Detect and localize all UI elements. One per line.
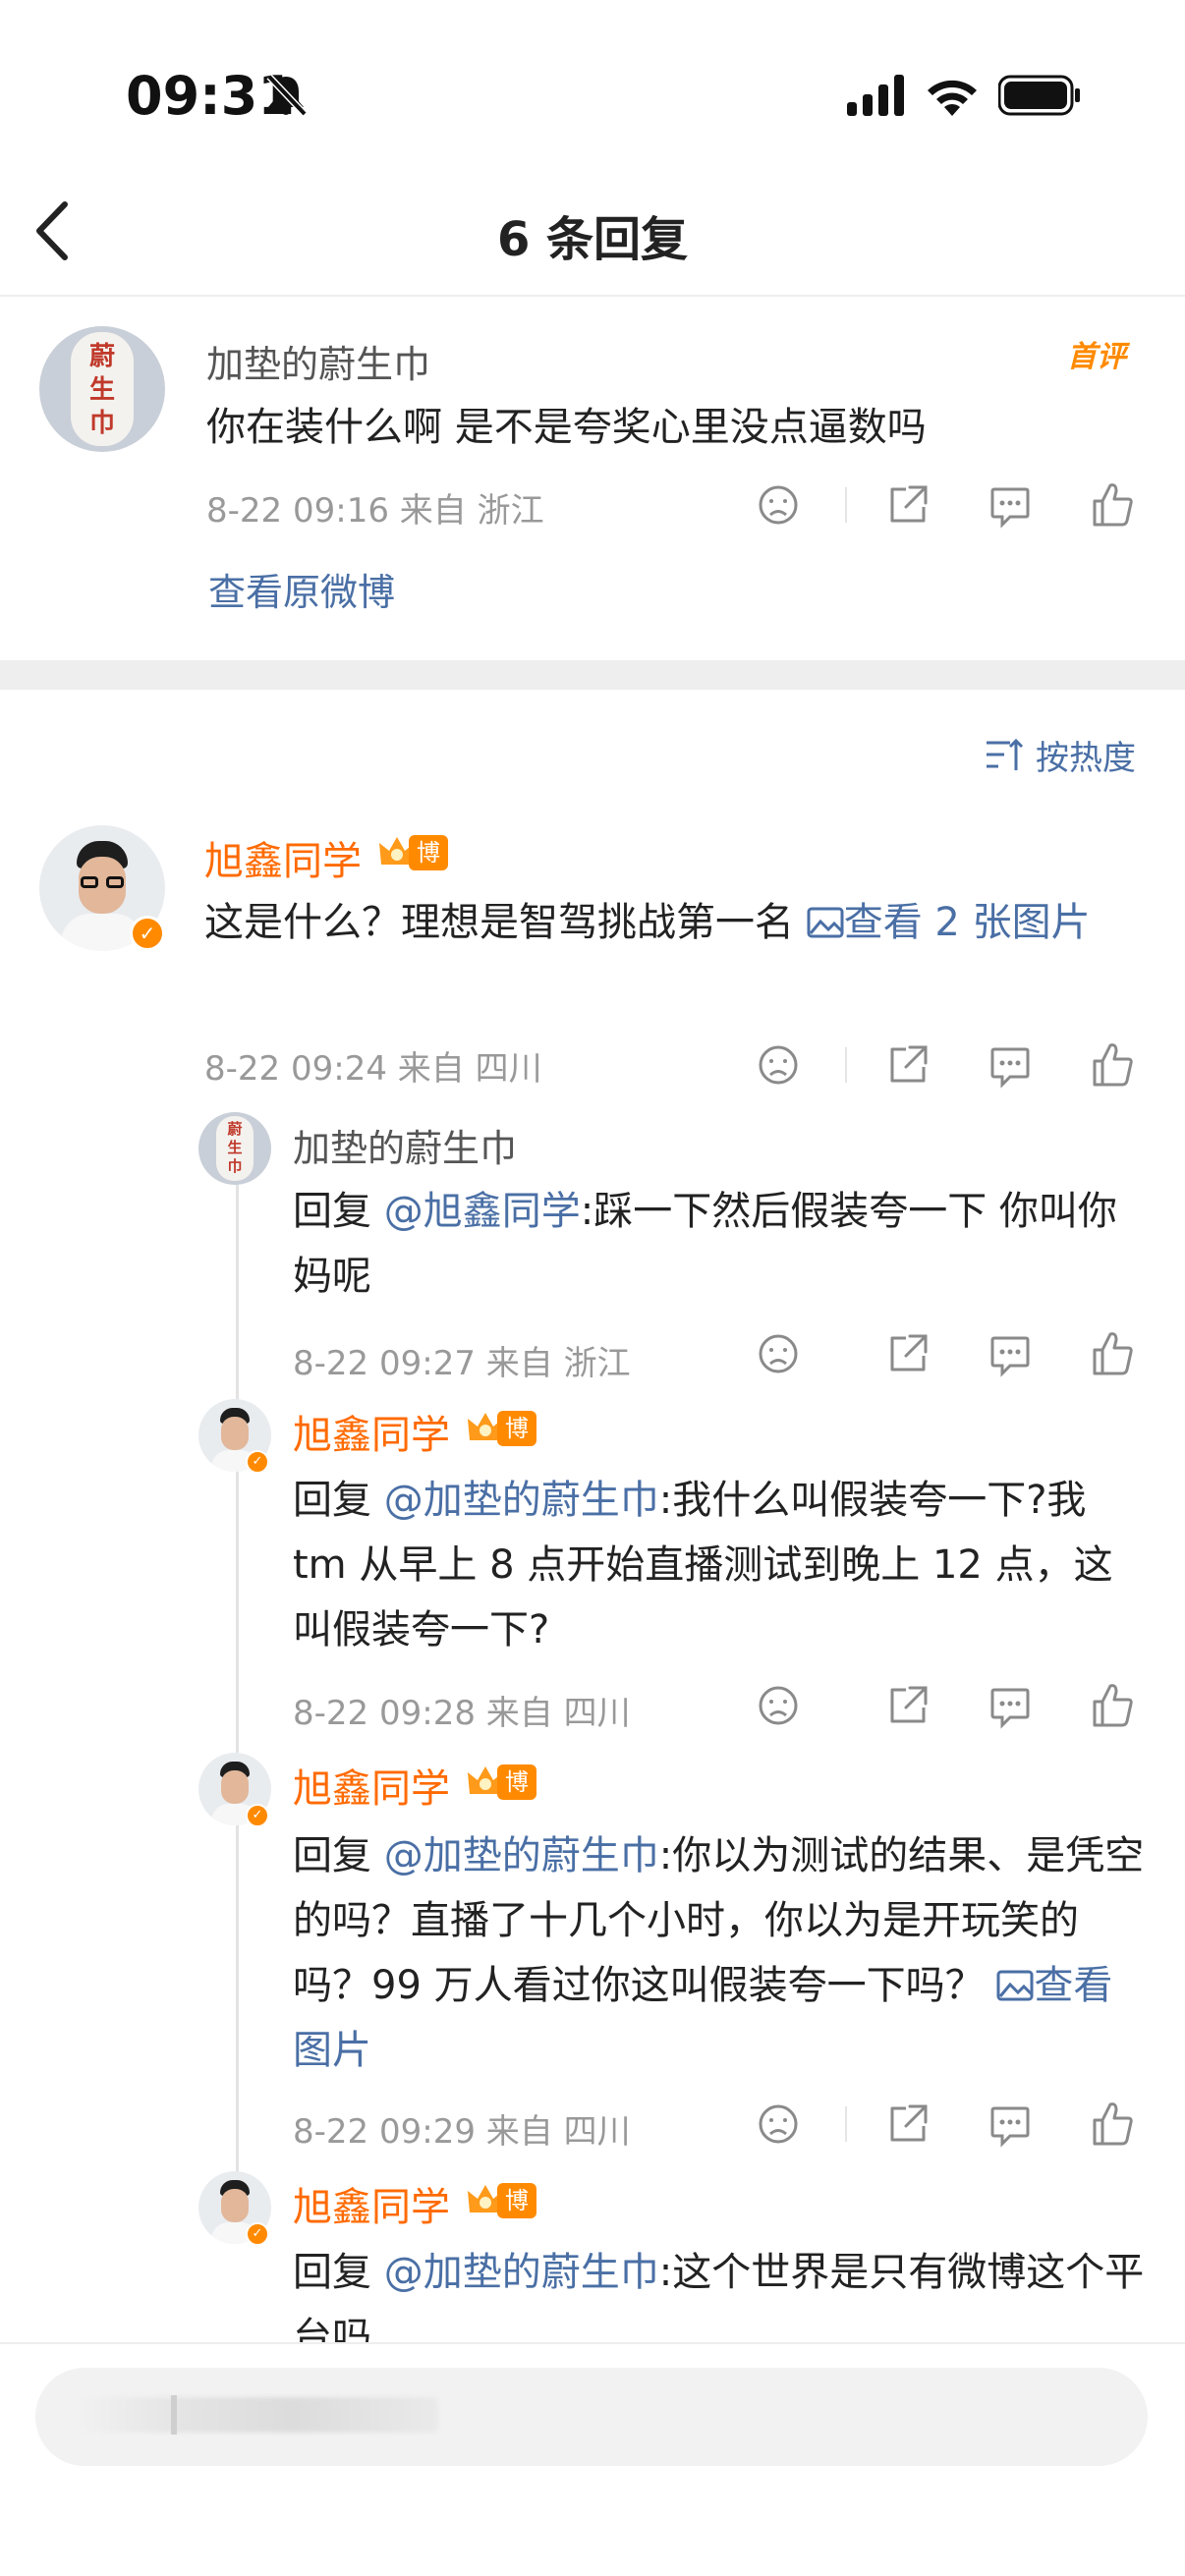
page-title: 6 条回复 — [496, 212, 689, 267]
battery-icon — [998, 75, 1080, 116]
view-original-link[interactable]: 查看原微博 — [208, 562, 395, 616]
username[interactable]: 旭鑫同学 — [293, 1403, 450, 1460]
share-icon[interactable] — [886, 1676, 930, 1735]
comment-meta: 8-22 09:16 来自 浙江 — [206, 491, 544, 531]
reply-prefix: 回复 — [293, 1833, 384, 1878]
comment-meta: 8-22 09:28 来自 四川 — [293, 1694, 631, 1733]
username[interactable]: 旭鑫同学 — [293, 1757, 450, 1814]
username[interactable]: 加垫的蔚生巾 — [293, 1118, 517, 1172]
username[interactable]: 旭鑫同学 — [204, 829, 362, 886]
share-icon[interactable] — [886, 2095, 930, 2154]
comment-text: 这是什么？理想是智驾挑战第一名 查看 2 张图片 — [204, 890, 1148, 955]
avatar-text: 生 — [227, 1139, 243, 1156]
badge-label: 博主 — [497, 2183, 536, 2250]
share-icon[interactable] — [886, 1324, 930, 1383]
bottom-bar — [0, 2344, 1185, 2576]
action-row — [757, 1324, 1150, 1383]
reply-prefix: 回复 — [293, 2250, 384, 2295]
avatar-text: 蔚 — [88, 342, 115, 371]
action-row — [757, 1036, 1150, 1094]
comment-meta: 8-22 09:27 来自 浙江 — [293, 1344, 631, 1383]
like-icon[interactable] — [1091, 1324, 1134, 1383]
view-images-link[interactable]: 查看 2 张图片 — [807, 900, 1091, 945]
badge-label: 博主 — [409, 835, 448, 902]
action-row — [757, 2095, 1150, 2154]
like-icon[interactable] — [1091, 1676, 1134, 1735]
sort-icon — [987, 738, 1024, 770]
status-bar: 09:31 — [0, 0, 1185, 187]
avatar-text: 巾 — [227, 1157, 243, 1175]
view-images-label: 查看 2 张图片 — [843, 900, 1091, 945]
signal-icon — [847, 75, 904, 116]
action-row — [757, 1676, 1150, 1735]
comment-text: 回复 @加垫的蔚生巾:我什么叫假装夸一下?我 tm 从早上 8 点开始直播测试到… — [293, 1468, 1138, 1662]
share-icon[interactable] — [886, 476, 930, 534]
comment-icon[interactable] — [988, 476, 1032, 534]
avatar[interactable]: 蔚 生 巾 — [39, 326, 165, 452]
like-icon[interactable] — [1091, 476, 1134, 534]
dislike-icon[interactable] — [757, 476, 800, 534]
like-icon[interactable] — [1091, 2095, 1134, 2154]
image-icon — [996, 1970, 1034, 2001]
avatar-text: 生 — [88, 375, 115, 405]
dislike-icon[interactable] — [757, 1324, 800, 1383]
mention-link[interactable]: @加垫的蔚生巾 — [384, 2250, 659, 2295]
thread-line — [236, 1149, 239, 2181]
comment-icon[interactable] — [988, 1676, 1032, 1735]
comment-text: 回复 @加垫的蔚生巾:你以为测试的结果、是凭空的吗？直播了十几个小时，你以为是开… — [293, 1823, 1148, 2083]
comment-text: 你在装什么啊 是不是夸奖心里没点逼数吗 — [206, 405, 927, 450]
badge-label: 博主 — [497, 1411, 536, 1478]
bell-muted-icon — [266, 74, 308, 117]
username[interactable]: 旭鑫同学 — [293, 2175, 450, 2232]
avatar-text: 巾 — [88, 409, 115, 438]
comment-input[interactable] — [35, 2368, 1148, 2466]
wifi-icon — [928, 80, 977, 116]
dislike-icon[interactable] — [757, 1676, 800, 1735]
verified-badge-icon: ✓ — [246, 2222, 269, 2246]
avatar[interactable]: 蔚 生 巾 — [198, 1112, 271, 1185]
section-divider — [0, 660, 1185, 690]
username[interactable]: 加垫的蔚生巾 — [206, 334, 430, 388]
verified-badge-icon: ✓ — [246, 1804, 269, 1827]
comment-text: 回复 @旭鑫同学:踩一下然后假装夸一下 你叫你妈呢 — [293, 1179, 1138, 1309]
mention-link[interactable]: @旭鑫同学 — [384, 1189, 581, 1234]
input-cursor — [171, 2395, 177, 2435]
comment-icon[interactable] — [988, 2095, 1032, 2154]
mention-link[interactable]: @加垫的蔚生巾 — [384, 1478, 659, 1523]
like-icon[interactable] — [1091, 1036, 1134, 1094]
sort-label: 按热度 — [1036, 739, 1136, 778]
image-icon — [807, 907, 844, 938]
verified-badge-icon: ✓ — [246, 1450, 269, 1474]
reply-prefix: 回复 — [293, 1478, 384, 1523]
verified-badge-icon: ✓ — [130, 916, 165, 951]
comment-icon[interactable] — [988, 1324, 1032, 1383]
badge-label: 博主 — [497, 1764, 536, 1831]
dislike-icon[interactable] — [757, 2095, 800, 2154]
avatar-text: 蔚 — [227, 1120, 243, 1138]
comment-icon[interactable] — [988, 1036, 1032, 1094]
input-placeholder — [75, 2397, 438, 2433]
action-row — [757, 476, 1150, 534]
comment-meta: 8-22 09:24 来自 四川 — [204, 1049, 542, 1089]
reply-prefix: 回复 — [293, 1189, 384, 1234]
first-comment-tag: 首评 — [1067, 340, 1126, 374]
dislike-icon[interactable] — [757, 1036, 800, 1094]
comment-text-body: 这是什么？理想是智驾挑战第一名 — [204, 900, 807, 945]
mention-link[interactable]: @加垫的蔚生巾 — [384, 1833, 659, 1878]
nav-divider — [0, 295, 1185, 297]
comment-meta: 8-22 09:29 来自 四川 — [293, 2112, 631, 2152]
share-icon[interactable] — [886, 1036, 930, 1094]
